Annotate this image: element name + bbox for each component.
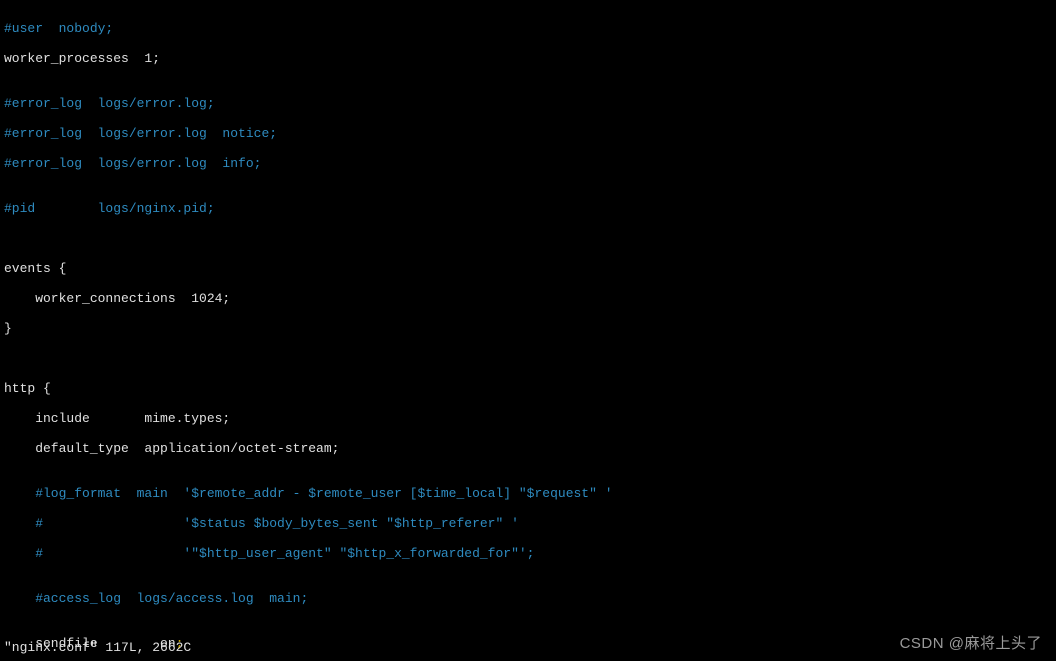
- code-text: events {: [4, 261, 66, 276]
- code-text: worker_connections 1024;: [4, 291, 230, 306]
- code-comment: #user nobody;: [4, 21, 113, 36]
- code-comment: #pid logs/nginx.pid;: [4, 201, 215, 216]
- watermark: CSDN @麻将上头了: [900, 636, 1042, 651]
- code-text: }: [4, 321, 12, 336]
- code-comment: #error_log logs/error.log info;: [4, 156, 261, 171]
- code-comment: #log_format main '$remote_addr - $remote…: [4, 486, 613, 501]
- code-editor[interactable]: #user nobody; worker_processes 1; #error…: [0, 0, 1056, 661]
- code-comment: # '$status $body_bytes_sent "$http_refer…: [4, 516, 519, 531]
- code-comment: #error_log logs/error.log;: [4, 96, 215, 111]
- code-comment: # '"$http_user_agent" "$http_x_forwarded…: [4, 546, 535, 561]
- code-text: worker_processes 1;: [4, 51, 160, 66]
- code-text: default_type application/octet-stream;: [4, 441, 339, 456]
- status-bar: "nginx.conf" 117L, 2662C: [4, 640, 191, 655]
- code-text: include mime.types;: [4, 411, 230, 426]
- code-text: http {: [4, 381, 51, 396]
- code-comment: #access_log logs/access.log main;: [4, 591, 308, 606]
- code-comment: #error_log logs/error.log notice;: [4, 126, 277, 141]
